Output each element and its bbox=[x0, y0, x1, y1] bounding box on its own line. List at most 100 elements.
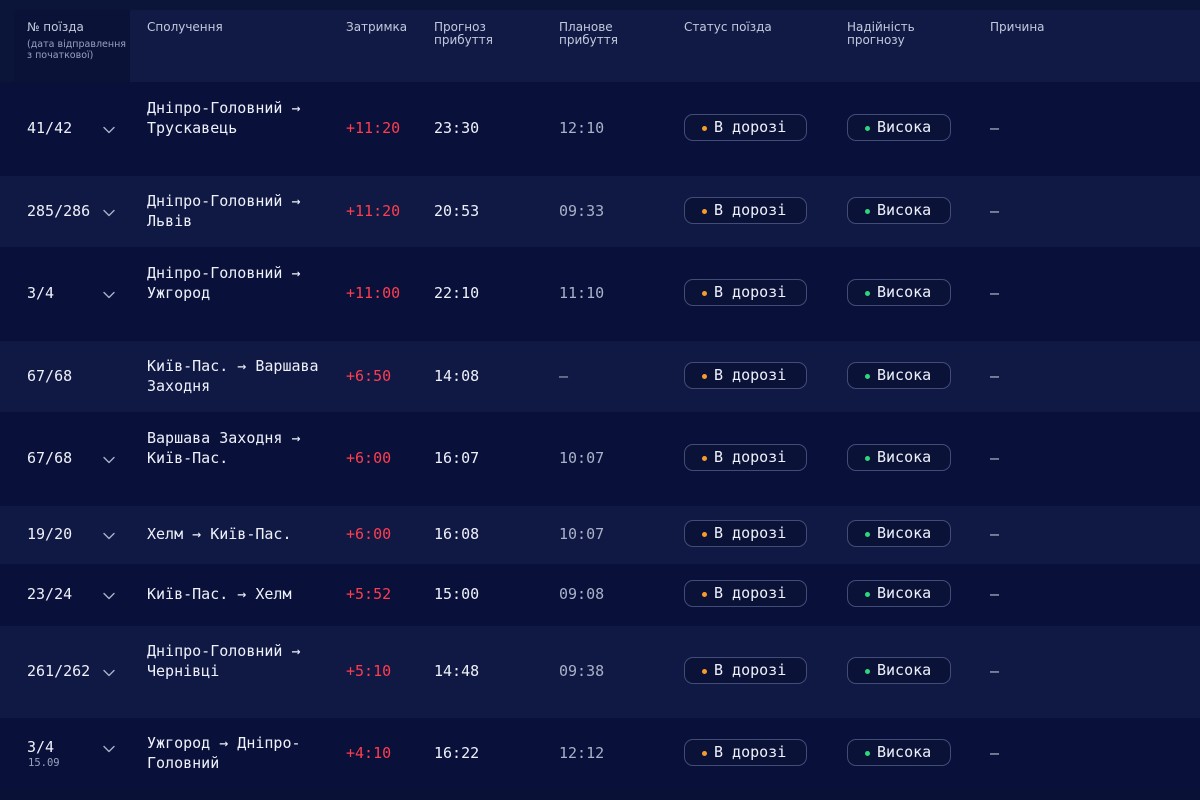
train-number: 67/68 bbox=[27, 367, 73, 385]
route: Дніпро-Головний → Трускавець bbox=[147, 99, 301, 137]
chevron-down-icon[interactable] bbox=[101, 452, 117, 468]
forecast-arrival: 15:00 bbox=[434, 585, 480, 603]
reliability-badge: Висока bbox=[847, 739, 951, 766]
status-label: В дорозі bbox=[714, 283, 787, 301]
reliability-label: Висока bbox=[877, 283, 932, 301]
status-badge: В дорозі bbox=[684, 444, 807, 471]
reliability-badge: Висока bbox=[847, 197, 951, 224]
status-badge: В дорозі bbox=[684, 114, 807, 141]
planned-arrival: 11:10 bbox=[559, 284, 605, 302]
header-train-status: Статус поїзда bbox=[684, 20, 772, 34]
route: Хелм → Київ-Пас. bbox=[147, 525, 292, 543]
chevron-down-icon[interactable] bbox=[101, 665, 117, 681]
reason: — bbox=[990, 284, 1000, 302]
status-dot-icon bbox=[702, 374, 707, 379]
forecast-arrival: 14:08 bbox=[434, 367, 480, 385]
reliability-dot-icon bbox=[865, 751, 870, 756]
header-train-number: № поїзда bbox=[27, 20, 84, 34]
header-delay: Затримка bbox=[346, 20, 408, 34]
status-badge: В дорозі bbox=[684, 580, 807, 607]
status-label: В дорозі bbox=[714, 366, 787, 384]
status-badge: В дорозі bbox=[684, 520, 807, 547]
chevron-down-icon[interactable] bbox=[101, 528, 117, 544]
reliability-dot-icon bbox=[865, 456, 870, 461]
train-number: 23/24 bbox=[27, 585, 73, 603]
planned-arrival: 12:10 bbox=[559, 119, 605, 137]
reason: — bbox=[990, 367, 1000, 385]
table-row[interactable]: 285/286 Дніпро-Головний → Львів +11:20 20:5… bbox=[0, 176, 1200, 247]
reliability-label: Висока bbox=[877, 201, 932, 219]
table-row[interactable]: 3/4 Дніпро-Головний → Ужгород +11:00 22:10 1… bbox=[0, 247, 1200, 341]
reliability-dot-icon bbox=[865, 374, 870, 379]
status-dot-icon bbox=[702, 456, 707, 461]
table-row[interactable]: 67/68 Варшава Заходня → Київ-Пас. +6:00 16:… bbox=[0, 412, 1200, 506]
delay-value: +6:00 bbox=[346, 525, 392, 543]
status-badge: В дорозі bbox=[684, 362, 807, 389]
table-row[interactable]: 67/68 Київ-Пас. → Варшава Заходня +6:50 14:… bbox=[0, 341, 1200, 412]
reliability-badge: Висока bbox=[847, 520, 951, 547]
reason: — bbox=[990, 202, 1000, 220]
delay-value: +11:20 bbox=[346, 119, 401, 137]
header-reason: Причина bbox=[990, 20, 1045, 34]
chevron-down-icon[interactable] bbox=[101, 588, 117, 604]
status-badge: В дорозі bbox=[684, 279, 807, 306]
table-header: № поїзда (дата відправлення з початкової… bbox=[0, 0, 1200, 82]
train-number: 3/4 bbox=[27, 284, 55, 302]
status-dot-icon bbox=[702, 669, 707, 674]
reliability-dot-icon bbox=[865, 592, 870, 597]
delay-value: +5:10 bbox=[346, 662, 392, 680]
reason: — bbox=[990, 525, 1000, 543]
forecast-arrival: 16:22 bbox=[434, 744, 480, 762]
reliability-badge: Висока bbox=[847, 657, 951, 684]
reliability-label: Висока bbox=[877, 524, 932, 542]
status-label: В дорозі bbox=[714, 584, 787, 602]
table-row[interactable]: 19/20 Хелм → Київ-Пас. +6:00 16:08 10:07 В до… bbox=[0, 506, 1200, 564]
reason: — bbox=[990, 449, 1000, 467]
chevron-down-icon[interactable] bbox=[101, 741, 117, 757]
forecast-arrival: 20:53 bbox=[434, 202, 480, 220]
reliability-badge: Висока bbox=[847, 444, 951, 471]
reliability-label: Висока bbox=[877, 366, 932, 384]
planned-arrival: — bbox=[559, 367, 569, 385]
status-dot-icon bbox=[702, 592, 707, 597]
reliability-dot-icon bbox=[865, 209, 870, 214]
delay-value: +5:52 bbox=[346, 585, 392, 603]
table-row[interactable]: 41/42 Дніпро-Головний → Трускавець +11:20 2… bbox=[0, 82, 1200, 176]
status-dot-icon bbox=[702, 291, 707, 296]
status-label: В дорозі bbox=[714, 743, 787, 761]
table-row[interactable]: 23/24 Київ-Пас. → Хелм +5:52 15:00 09:08 В до… bbox=[0, 564, 1200, 626]
route: Дніпро-Головний → Ужгород bbox=[147, 264, 301, 302]
reliability-badge: Висока bbox=[847, 362, 951, 389]
status-dot-icon bbox=[702, 209, 707, 214]
status-dot-icon bbox=[702, 126, 707, 131]
reliability-label: Висока bbox=[877, 584, 932, 602]
reliability-badge: Висока bbox=[847, 279, 951, 306]
status-label: В дорозі bbox=[714, 201, 787, 219]
status-badge: В дорозі bbox=[684, 657, 807, 684]
chevron-down-icon[interactable] bbox=[101, 287, 117, 303]
planned-arrival: 09:33 bbox=[559, 202, 605, 220]
reliability-dot-icon bbox=[865, 126, 870, 131]
forecast-arrival: 16:08 bbox=[434, 525, 480, 543]
status-badge: В дорозі bbox=[684, 739, 807, 766]
forecast-arrival: 22:10 bbox=[434, 284, 480, 302]
forecast-arrival: 14:48 bbox=[434, 662, 480, 680]
header-train-date-note: (дата відправлення з початкової) bbox=[27, 39, 126, 61]
chevron-down-icon[interactable] bbox=[101, 205, 117, 221]
planned-arrival: 10:07 bbox=[559, 449, 605, 467]
status-label: В дорозі bbox=[714, 524, 787, 542]
chevron-down-icon[interactable] bbox=[101, 122, 117, 138]
delay-value: +4:10 bbox=[346, 744, 392, 762]
table-row[interactable]: 3/4 15.09 Ужгород → Дніпро-Головний +4:10 16… bbox=[0, 718, 1200, 790]
train-number: 261/262 bbox=[27, 662, 91, 680]
route: Дніпро-Головний → Чернівці bbox=[147, 642, 301, 680]
reason: — bbox=[990, 119, 1000, 137]
reason: — bbox=[990, 744, 1000, 762]
status-label: В дорозі bbox=[714, 661, 787, 679]
train-delays-table: № поїзда (дата відправлення з початкової… bbox=[0, 0, 1200, 790]
route: Дніпро-Головний → Львів bbox=[147, 192, 301, 230]
delay-value: +6:00 bbox=[346, 449, 392, 467]
header-forecast-reliability: Надійність прогнозу bbox=[847, 20, 915, 47]
status-label: В дорозі bbox=[714, 448, 787, 466]
table-row[interactable]: 261/262 Дніпро-Головний → Чернівці +5:10 14… bbox=[0, 626, 1200, 718]
